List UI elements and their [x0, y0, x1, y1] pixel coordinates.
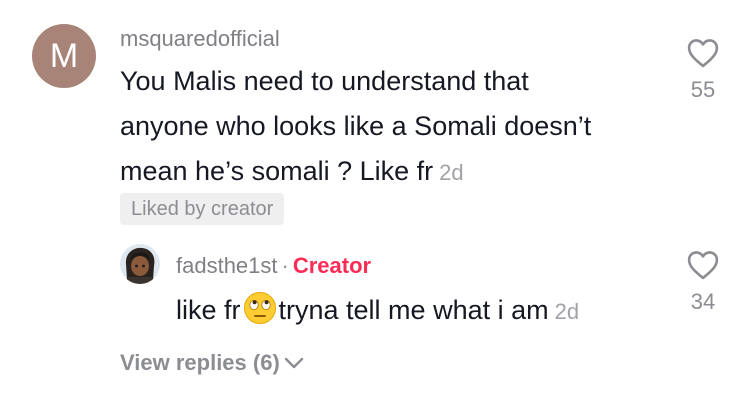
reply-text-before: like fr: [176, 295, 241, 325]
comment-line-2: anyone who looks like a Somali doesn’t: [120, 111, 592, 141]
reply-header: fadsthe1st · Creator: [176, 253, 371, 279]
comment-line-1: You Malis need to understand that: [120, 66, 529, 96]
reply-timestamp: 2d: [554, 299, 580, 324]
reply-text: like fr tryna tell me what i am 2d: [176, 288, 579, 334]
reply-like-count: 34: [690, 289, 716, 314]
avatar[interactable]: [120, 244, 160, 284]
comment-like-count: 55: [690, 77, 716, 102]
creator-label: Creator: [292, 253, 372, 278]
heart-icon[interactable]: [686, 250, 720, 280]
avatar[interactable]: M: [32, 24, 96, 88]
view-replies-label: View replies (6): [120, 350, 280, 375]
chevron-down-icon: [284, 357, 303, 369]
view-replies-button[interactable]: View replies (6): [120, 350, 305, 376]
comment-text: You Malis need to understand that anyone…: [120, 59, 591, 195]
comment-line-3: mean he’s somali ? Like fr 2d: [120, 149, 591, 195]
comment-line-3-text: mean he’s somali ? Like fr: [120, 156, 434, 186]
separator-dot: ·: [281, 253, 289, 278]
eye-roll-emoji-icon: [243, 292, 276, 324]
liked-by-creator-badge: Liked by creator: [120, 193, 285, 225]
comment-username[interactable]: msquaredofficial: [120, 26, 280, 52]
comment-timestamp: 2d: [439, 160, 464, 185]
heart-icon[interactable]: [686, 38, 720, 68]
reply-text-after: tryna tell me what i am: [278, 295, 549, 325]
reply-username[interactable]: fadsthe1st: [176, 253, 278, 278]
reply-avatar-image: [120, 244, 160, 284]
